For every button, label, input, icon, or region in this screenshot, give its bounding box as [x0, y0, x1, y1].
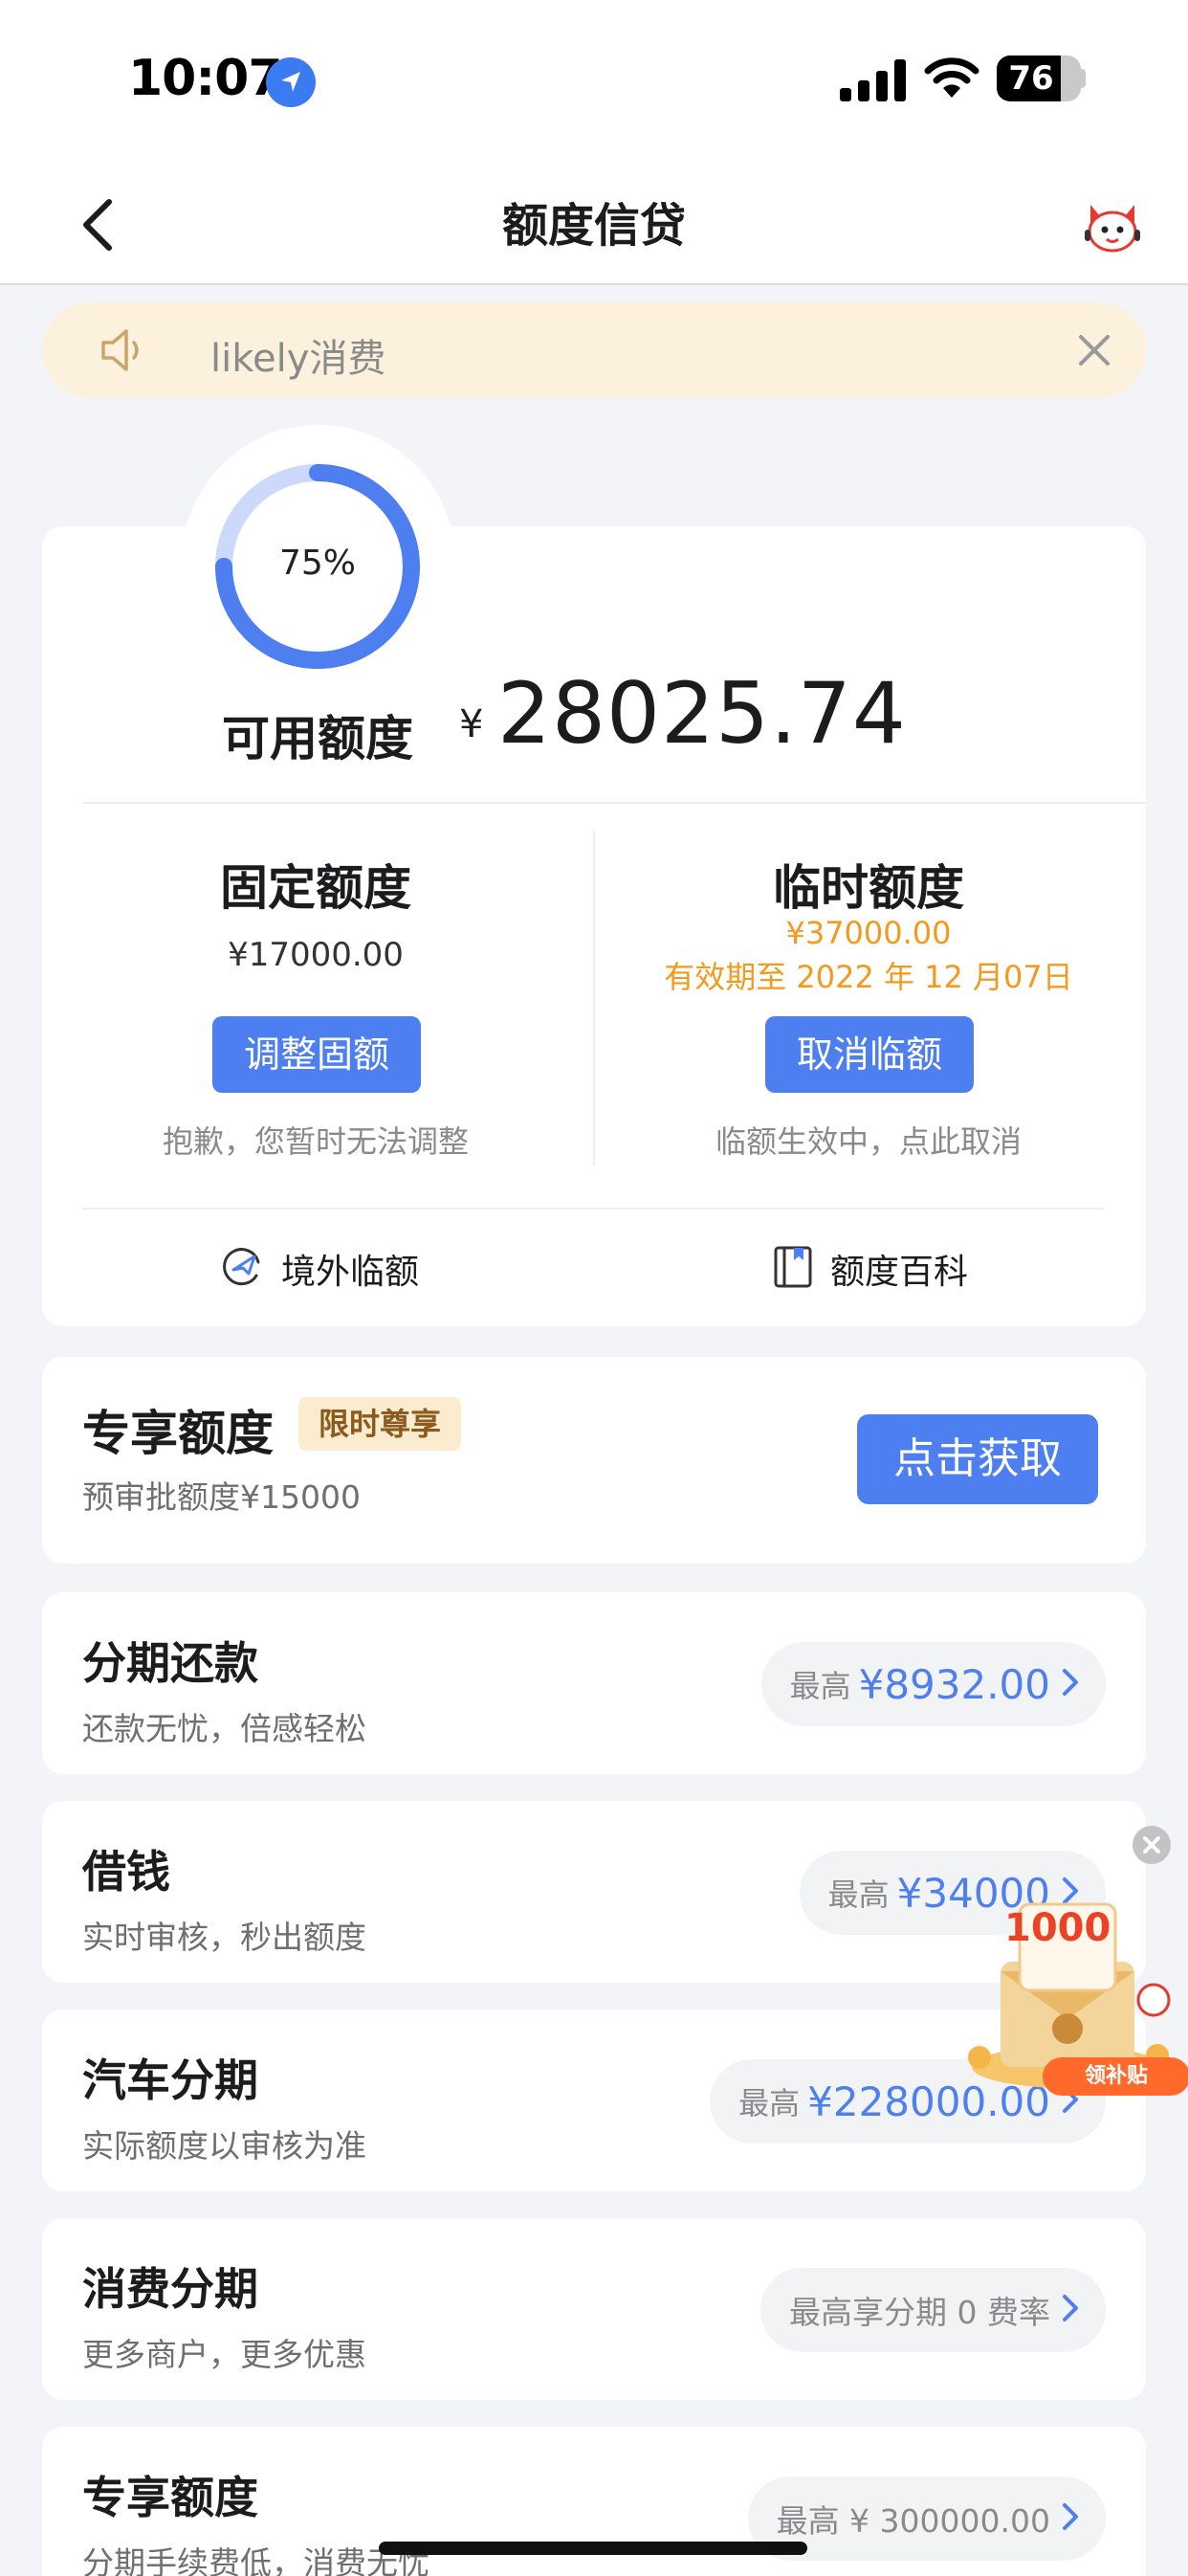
row-prefix: 最高 [738, 2085, 801, 2121]
divider [82, 802, 1146, 804]
row-subtitle: 分期手续费低，消费无忧 [82, 2544, 429, 2576]
fixed-quota-hint: 抱歉，您暂时无法调整 [162, 1123, 469, 1160]
row-subtitle: 还款无忧，倍感轻松 [82, 1710, 366, 1747]
fixed-quota-amount: ¥17000.00 [228, 936, 404, 974]
get-exclusive-button[interactable]: 点击获取 [857, 1414, 1098, 1504]
divider [593, 831, 595, 1166]
temporary-quota-title: 临时额度 [773, 860, 964, 916]
row-title: 借钱 [82, 1846, 170, 1898]
temporary-quota-amount: ¥37000.00 [785, 915, 952, 951]
row-text: 最高 ¥ 300000.00 [776, 2502, 1050, 2540]
temporary-quota-hint: 临额生效中，点此取消 [715, 1123, 1022, 1160]
usage-percent: 75% [278, 544, 356, 583]
battery-icon: 76 [997, 56, 1081, 101]
available-quota-amount: 28025.74 [497, 664, 907, 763]
battery-tip [1079, 69, 1086, 88]
currency-symbol: ¥ [459, 702, 484, 746]
row-title: 专享额度 [82, 2472, 258, 2523]
limited-time-badge: 限时尊享 [298, 1397, 461, 1451]
notice-text: likely消费 [210, 337, 386, 381]
location-arrow-icon [266, 57, 316, 107]
row-text: 最高享分期 0 费率 [789, 2294, 1050, 2331]
temporary-quota-validity: 有效期至 2022 年 12 月07日 [664, 959, 1073, 995]
promo-close-icon[interactable] [1133, 1826, 1171, 1864]
row-subtitle: 实际额度以审核为准 [82, 2127, 366, 2165]
row-prefix: 最高 [827, 1876, 890, 1913]
page-title: 额度信贷 [501, 199, 686, 253]
overseas-label: 境外临额 [281, 1253, 420, 1292]
row-amount-pill[interactable]: 最高享分期 0 费率 [760, 2268, 1106, 2352]
row-title: 消费分期 [82, 2263, 258, 2315]
status-time: 10:07 [128, 50, 283, 107]
row-value: ¥8932.00 [858, 1660, 1050, 1708]
divider [82, 1208, 1104, 1210]
chevron-right-icon [1060, 2293, 1081, 2327]
home-indicator [379, 2542, 807, 2555]
row-subtitle: 更多商户，更多优惠 [82, 2336, 366, 2373]
row-amount-pill[interactable]: 最高 ¥8932.00 [760, 1642, 1106, 1726]
mascot-service-icon[interactable] [1081, 197, 1144, 255]
exclusive-quota-title: 专享额度 [82, 1406, 274, 1461]
row-title: 汽车分期 [82, 2054, 258, 2106]
claim-subsidy-button[interactable]: 领补贴 [1043, 2057, 1188, 2096]
wifi-icon [924, 56, 979, 101]
overseas-temp-quota-link[interactable]: 境外临额 [220, 1242, 419, 1296]
signal-icon [840, 59, 907, 101]
plane-icon [220, 1245, 264, 1293]
book-icon [773, 1245, 813, 1293]
row-prefix: 最高 [789, 1668, 851, 1704]
available-quota-label: 可用额度 [222, 711, 413, 766]
adjust-fixed-button[interactable]: 调整固额 [212, 1016, 421, 1093]
notice-bar: likely消费 [42, 302, 1146, 398]
promo-amount: 1000 [1004, 1906, 1111, 1950]
cancel-temporary-button[interactable]: 取消临额 [765, 1016, 974, 1093]
exclusive-quota-subtitle: 预审批额度¥15000 [82, 1478, 361, 1516]
speaker-icon [98, 325, 147, 379]
chevron-right-icon [1060, 2501, 1081, 2536]
wiki-label: 额度百科 [830, 1253, 969, 1292]
row-title: 分期还款 [82, 1637, 258, 1689]
close-icon[interactable] [1075, 331, 1113, 369]
fixed-quota-title: 固定额度 [220, 860, 411, 916]
row-subtitle: 实时审核，秒出额度 [82, 1919, 366, 1956]
battery-level: 76 [1008, 59, 1054, 98]
quota-wiki-link[interactable]: 额度百科 [773, 1242, 968, 1296]
chevron-right-icon [1060, 1667, 1081, 1701]
